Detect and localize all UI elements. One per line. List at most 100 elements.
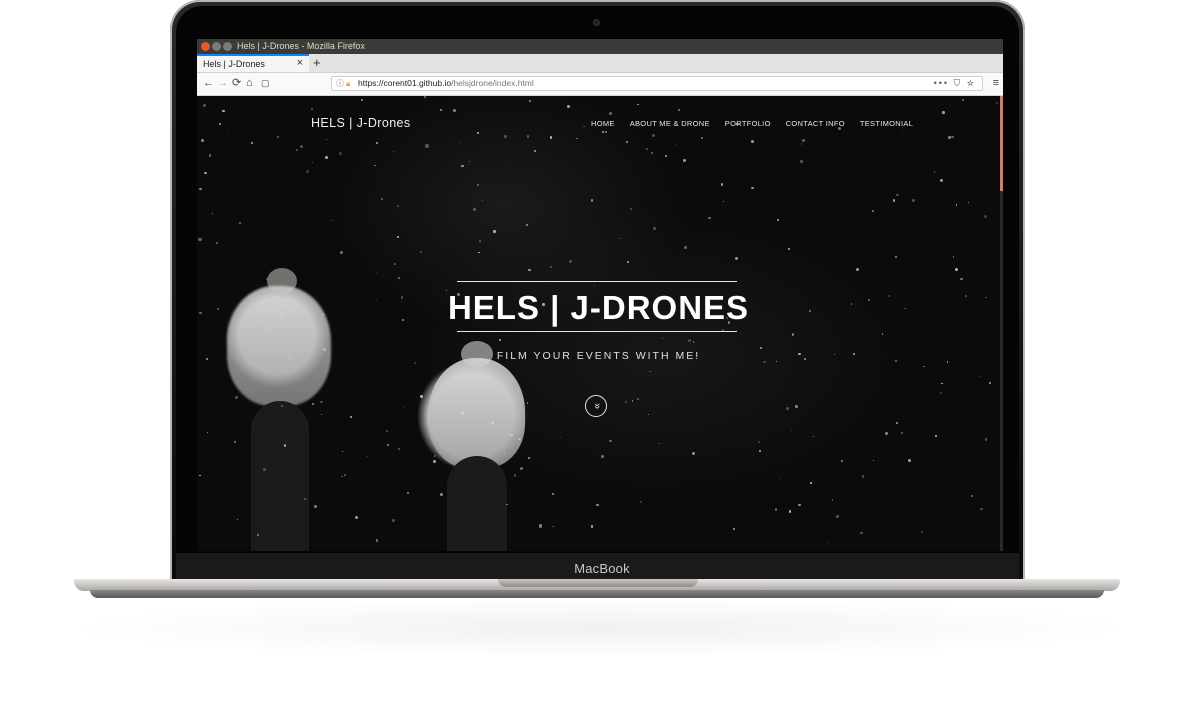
- rain-particle: [892, 199, 896, 202]
- rain-particle: [424, 96, 426, 98]
- webcam: [593, 19, 600, 26]
- lamp-pole-left: [251, 401, 309, 551]
- rain-particle: [375, 271, 378, 274]
- rain-particle: [774, 508, 778, 511]
- rain-particle: [461, 165, 464, 168]
- rain-particle: [675, 143, 677, 145]
- rain-particle: [311, 402, 314, 405]
- rain-particle: [526, 134, 530, 138]
- rain-particle: [861, 475, 864, 478]
- url-bar[interactable]: ⓘ 🔒︎ https://corent01.github.io/helsjdro…: [331, 76, 983, 91]
- window-close-button[interactable]: [201, 42, 210, 51]
- tab-bar: Hels | J-Drones × +: [197, 54, 1003, 73]
- reader-view-icon[interactable]: ▢: [261, 76, 270, 90]
- tab-label: Hels | J-Drones: [203, 59, 265, 69]
- reload-icon[interactable]: ⟳: [232, 76, 241, 90]
- rain-particle: [341, 475, 343, 478]
- rain-particle: [659, 442, 661, 444]
- rain-particle: [596, 503, 599, 507]
- scrollbar-thumb[interactable]: [1000, 96, 1003, 191]
- rain-particle: [962, 99, 964, 101]
- site-logo[interactable]: HELS | J-Drones: [311, 116, 411, 130]
- rain-particle: [398, 447, 401, 450]
- rain-particle: [583, 125, 585, 128]
- nav-testimonial[interactable]: TESTIMONIAL: [860, 119, 913, 128]
- rain-particle: [226, 132, 229, 135]
- rain-particle: [204, 172, 207, 175]
- nav-portfolio[interactable]: PORTFOLIO: [725, 119, 771, 128]
- rain-particle: [325, 156, 328, 159]
- new-tab-button[interactable]: +: [313, 54, 321, 71]
- forward-icon[interactable]: →: [217, 76, 228, 90]
- rain-particle: [759, 347, 762, 350]
- rain-particle: [683, 158, 687, 162]
- laptop-shadow: [60, 598, 1140, 658]
- rain-particle: [881, 333, 883, 335]
- rain-particle: [601, 455, 604, 459]
- rain-particle: [326, 138, 328, 140]
- back-icon[interactable]: ←: [203, 76, 214, 90]
- hero-divider-bottom: [457, 331, 737, 332]
- url-text: https://corent01.github.io/helsjdrone/in…: [358, 77, 534, 90]
- rain-particle: [980, 508, 983, 511]
- nav-contact[interactable]: CONTACT INFO: [786, 119, 845, 128]
- tab-close-icon[interactable]: ×: [297, 57, 303, 69]
- rain-particle: [677, 108, 681, 112]
- rain-particle: [637, 398, 640, 401]
- rain-particle: [896, 193, 899, 196]
- rain-particle: [303, 497, 307, 500]
- navigation-toolbar: ← → ⟳ ⌂ ▢ ⓘ 🔒︎ https://corent01.github.i…: [197, 73, 1003, 96]
- scroll-down-icon[interactable]: »: [585, 395, 607, 417]
- rain-particle: [948, 136, 951, 139]
- rain-particle: [374, 164, 376, 167]
- rain-particle: [608, 111, 612, 115]
- rain-particle: [341, 450, 343, 452]
- rain-particle: [794, 404, 798, 408]
- rain-particle: [934, 435, 937, 438]
- rain-particle: [330, 220, 333, 222]
- rain-particle: [723, 200, 725, 203]
- rain-particle: [594, 284, 596, 286]
- rain-particle: [439, 493, 443, 497]
- rain-particle: [810, 482, 812, 484]
- tab-active[interactable]: Hels | J-Drones ×: [197, 54, 309, 72]
- rain-particle: [280, 405, 283, 407]
- rain-particle: [688, 339, 692, 342]
- window-minimize-button[interactable]: [212, 42, 221, 51]
- rain-particle: [393, 150, 395, 152]
- rain-particle: [538, 524, 542, 528]
- window-title: Hels | J-Drones - Mozilla Firefox: [237, 41, 365, 51]
- rain-particle: [394, 263, 396, 265]
- window-maximize-button[interactable]: [223, 42, 232, 51]
- nav-about[interactable]: ABOUT ME & DRONE: [630, 119, 710, 128]
- rain-particle: [199, 474, 201, 477]
- rain-particle: [391, 519, 395, 523]
- rain-particle: [835, 514, 840, 518]
- lock-icon[interactable]: 🔒︎: [346, 77, 350, 90]
- rain-particle: [983, 215, 988, 219]
- rain-particle: [984, 438, 988, 441]
- rain-particle: [237, 518, 239, 520]
- nav-home[interactable]: HOME: [591, 119, 615, 128]
- rain-particle: [312, 162, 314, 164]
- rain-particle: [841, 460, 843, 462]
- rain-particle: [933, 171, 936, 174]
- rain-particle: [269, 329, 272, 332]
- lamp-pole-right: [447, 456, 507, 551]
- rain-particle: [477, 184, 479, 186]
- rain-particle: [651, 134, 655, 138]
- rain-particle: [798, 503, 801, 507]
- rain-particle: [788, 509, 792, 513]
- hamburger-menu-icon[interactable]: ≡: [993, 77, 999, 89]
- rain-particle: [420, 251, 423, 254]
- info-icon[interactable]: ⓘ: [336, 77, 344, 90]
- rain-particle: [995, 102, 998, 105]
- rain-particle: [630, 208, 633, 211]
- page-actions-icons[interactable]: ••• ⛉ ☆: [934, 77, 976, 90]
- home-icon[interactable]: ⌂: [246, 76, 253, 90]
- rain-particle: [759, 450, 762, 453]
- rain-particle: [692, 451, 696, 455]
- rain-particle: [645, 147, 648, 151]
- rain-particle: [967, 201, 970, 204]
- rain-particle: [777, 219, 780, 222]
